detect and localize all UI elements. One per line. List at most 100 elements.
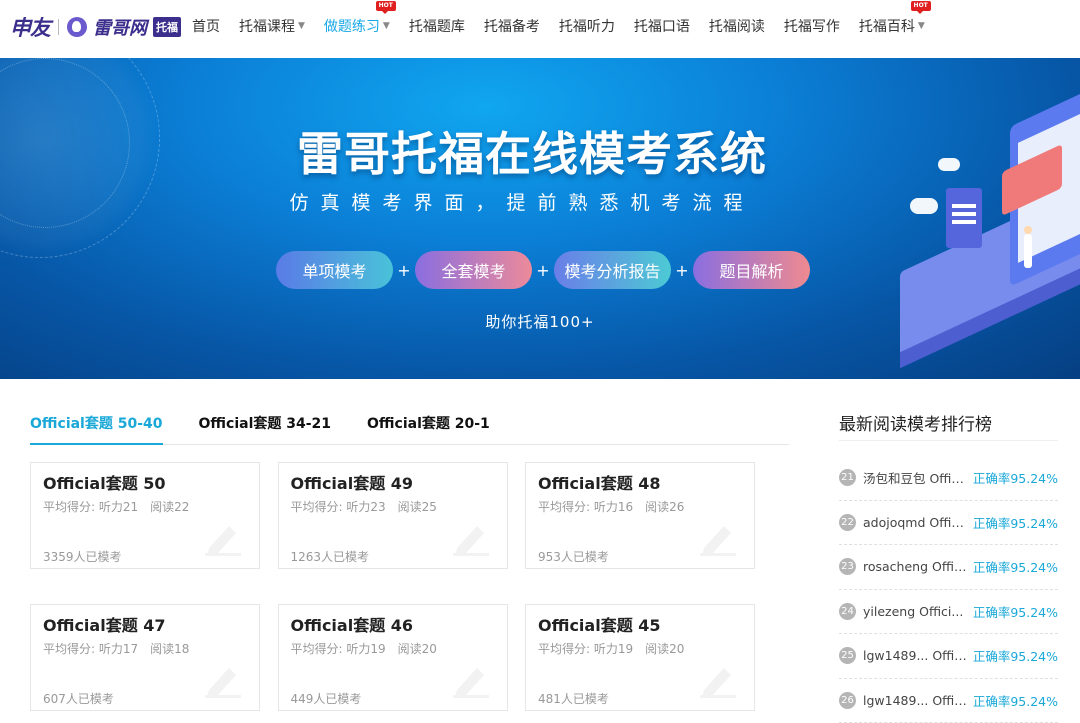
nav-item-9[interactable]: 托福百科▼HOT (859, 16, 925, 36)
site-logo[interactable]: 申友 雷哥网 托福 (10, 12, 181, 42)
main-nav: 首页托福课程▼做题练习▼HOT托福题库托福备考托福听力托福口语托福阅读托福写作托… (192, 0, 944, 52)
nav-item-label: 做题练习 (324, 16, 380, 36)
average-scores: 平均得分: 听力21 阅读22 (43, 498, 189, 515)
attempt-count: 3359人已模考 (43, 548, 122, 565)
chevron-down-icon: ▼ (298, 21, 305, 31)
pencil-icon (698, 520, 738, 556)
pill-full-mock: 全套模考 (415, 251, 532, 289)
pencil-icon (451, 662, 491, 698)
rank-number-badge: 26 (839, 692, 856, 709)
reading-score: 阅读20 (398, 642, 437, 656)
nav-item-1[interactable]: 托福课程▼ (239, 16, 305, 36)
listening-score: 平均得分: 听力17 (43, 642, 138, 656)
nav-item-label: 托福写作 (784, 16, 840, 36)
accuracy-rate: 正确率95.24% (973, 646, 1058, 665)
shenyou-logo-text: 申友 (10, 12, 50, 42)
pill-question-analysis: 题目解析 (693, 251, 810, 289)
brand-badge: 托福 (153, 17, 181, 37)
nav-item-2[interactable]: 做题练习▼HOT (324, 16, 390, 36)
test-card-title: Official套题 45 (538, 612, 661, 636)
reading-score: 阅读25 (398, 500, 437, 514)
ranking-list: 21汤包和豆包 Offici...正确率95.24% 22 adojoqmd Off… (839, 456, 1058, 723)
test-card-title: Official套题 46 (291, 612, 414, 636)
nav-item-label: 托福口语 (634, 16, 690, 36)
attempt-count: 1263人已模考 (291, 548, 370, 565)
attempt-count: 481人已模考 (538, 690, 609, 707)
hero-banner[interactable]: 雷哥托福在线模考系统 仿真模考界面，提前熟悉机考流程 单项模考 + 全套模考 +… (0, 58, 1080, 379)
nav-item-label: 托福阅读 (709, 16, 765, 36)
pill-analysis-report: 模考分析报告 (554, 251, 671, 289)
ranking-row[interactable]: 22 adojoqmd Offici... 正确率95.24% (839, 501, 1058, 546)
ranking-row[interactable]: 24yilezeng Offici...正确率95.24% (839, 590, 1058, 635)
accuracy-rate: 正确率95.24% (973, 602, 1058, 621)
accuracy-rate: 正确率95.24% (973, 513, 1058, 532)
rank-number-badge: 21 (839, 469, 856, 486)
reading-score: 阅读22 (150, 500, 189, 514)
feature-pills: 单项模考 + 全套模考 + 模考分析报告 + 题目解析 (276, 251, 810, 289)
pencil-icon (203, 662, 243, 698)
nav-item-0[interactable]: 首页 (192, 16, 220, 36)
leige-logo-icon (67, 17, 87, 37)
logo-divider (58, 19, 59, 35)
pencil-icon (698, 662, 738, 698)
rank-number-badge: 22 (839, 514, 856, 531)
test-card-title: Official套题 50 (43, 470, 166, 494)
nav-item-6[interactable]: 托福口语 (634, 16, 690, 36)
test-card[interactable]: Official套题 46 平均得分: 听力19 阅读20 449人已模考 (278, 604, 508, 711)
test-set-tabs: Official套题 50-40 Official套题 34-21 Official… (30, 403, 789, 445)
test-card[interactable]: Official套题 49 平均得分: 听力23 阅读25 1263人已模考 (278, 462, 508, 569)
ranking-user: yilezeng Offici... (863, 604, 969, 619)
ranking-user: lgw1489... Offici... (863, 648, 969, 663)
nav-item-5[interactable]: 托福听力 (559, 16, 615, 36)
person-figure (1024, 234, 1032, 268)
attempt-count: 607人已模考 (43, 690, 114, 707)
test-card[interactable]: Official套题 50 平均得分: 听力21 阅读22 3359人已模考 (30, 462, 260, 569)
nav-item-label: 首页 (192, 16, 220, 36)
chevron-down-icon: ▼ (383, 21, 390, 31)
cloud-icon (938, 158, 960, 171)
listening-score: 平均得分: 听力23 (291, 500, 386, 514)
ranking-title: 最新阅读模考排行榜 (839, 410, 992, 435)
cloud-icon (910, 198, 938, 214)
test-card[interactable]: Official套题 47 平均得分: 听力17 阅读18 607人已模考 (30, 604, 260, 711)
nav-item-label: 托福听力 (559, 16, 615, 36)
listening-score: 平均得分: 听力19 (291, 642, 386, 656)
tab-2[interactable]: Official套题 20-1 (367, 403, 490, 445)
nav-item-label: 托福课程 (239, 16, 295, 36)
listening-score: 平均得分: 听力21 (43, 500, 138, 514)
average-scores: 平均得分: 听力17 阅读18 (43, 640, 189, 657)
accuracy-rate: 正确率95.24% (973, 468, 1058, 487)
attempt-count: 449人已模考 (291, 690, 362, 707)
hot-badge: HOT (911, 1, 931, 11)
nav-item-8[interactable]: 托福写作 (784, 16, 840, 36)
ranking-row[interactable]: 21汤包和豆包 Offici...正确率95.24% (839, 456, 1058, 501)
brand-name: 雷哥网 (93, 14, 147, 40)
plus-sign: + (393, 261, 415, 280)
ranking-row[interactable]: 25 lgw1489... Offici... 正确率95.24% (839, 634, 1058, 679)
ranking-row[interactable]: 23rosacheng Offici...正确率95.24% (839, 545, 1058, 590)
nav-item-3[interactable]: 托福题库 (409, 16, 465, 36)
rank-number-badge: 25 (839, 647, 856, 664)
attempt-count: 953人已模考 (538, 548, 609, 565)
ranking-row[interactable]: 26lgw1489... Offici...正确率95.24% (839, 679, 1058, 723)
test-card-title: Official套题 49 (291, 470, 414, 494)
reading-score: 阅读18 (150, 642, 189, 656)
average-scores: 平均得分: 听力19阅读20 (538, 640, 684, 657)
test-card-title: Official套题 47 (43, 612, 166, 636)
listening-score: 平均得分: 听力19 (538, 642, 633, 656)
listening-score: 平均得分: 听力16 (538, 500, 633, 514)
tab-1[interactable]: Official套题 34-21 (199, 403, 332, 445)
pencil-icon (451, 520, 491, 556)
accuracy-rate: 正确率95.24% (973, 557, 1058, 576)
reading-score: 阅读26 (645, 500, 684, 514)
test-card-title: Official套题 48 (538, 470, 661, 494)
pill-single-mock: 单项模考 (276, 251, 393, 289)
ranking-user: adojoqmd Offici... (863, 515, 969, 530)
test-card[interactable]: Official套题 48 平均得分: 听力16 阅读26 953人已模考 (525, 462, 755, 569)
nav-item-7[interactable]: 托福阅读 (709, 16, 765, 36)
nav-item-4[interactable]: 托福备考 (484, 16, 540, 36)
tab-0[interactable]: Official套题 50-40 (30, 403, 163, 445)
average-scores: 平均得分: 听力23 阅读25 (291, 498, 437, 515)
test-card[interactable]: Official套题 45 平均得分: 听力19阅读20 481人已模考 (525, 604, 755, 711)
ranking-user: lgw1489... Offici... (863, 693, 969, 708)
